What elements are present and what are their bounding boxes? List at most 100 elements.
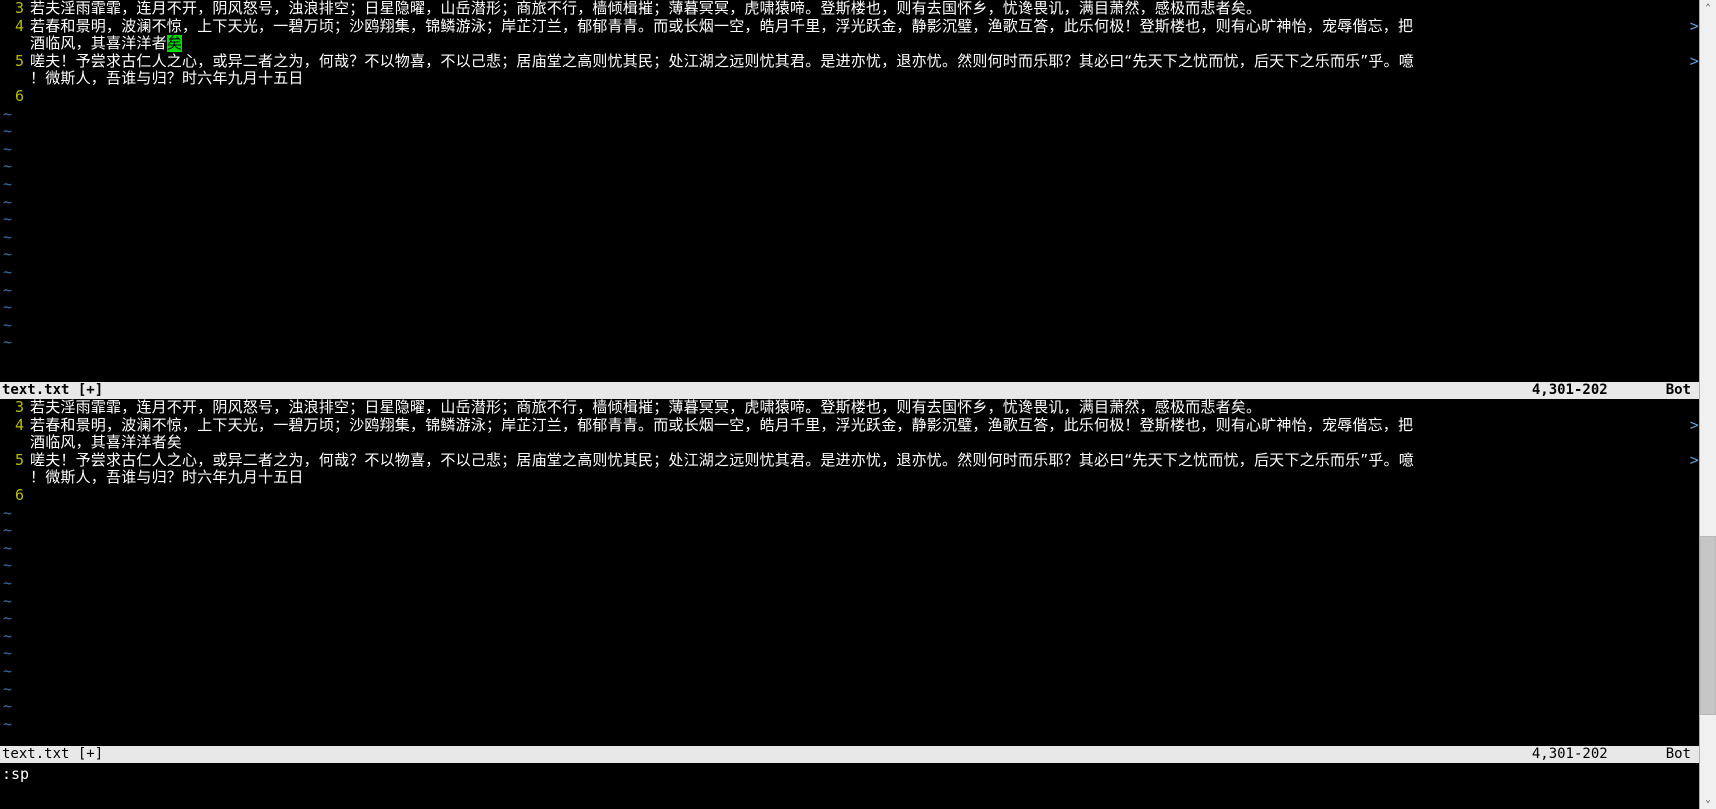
tilde-icon: ~ xyxy=(3,697,13,716)
buffer-line[interactable]: 3 若夫淫雨霏霏，连月不开，阴风怒号，浊浪排空；日星隐曜，山岳潜形；商旅不行，樯倾… xyxy=(0,0,1699,18)
tilde-icon: ~ xyxy=(3,333,13,352)
tilde-icon: ~ xyxy=(3,644,13,663)
empty-line-row: ~ xyxy=(0,522,1699,540)
buffer-line[interactable]: 酒临风，其喜洋洋者矣 xyxy=(0,434,1699,452)
tilde-icon: ~ xyxy=(3,104,13,123)
buffer-line[interactable]: 5 嗟夫！予尝求古仁人之心，或异二者之为，何哉？不以物喜，不以己悲；居庙堂之高则忧… xyxy=(0,51,1699,71)
text-run: 若春和景明，波澜不惊，上下天光，一碧万顷；沙鸥翔集，锦鳞游泳；岸芷汀兰，郁郁青青… xyxy=(30,416,1414,434)
empty-line-row: ~ xyxy=(0,262,1699,282)
tilde-icon: ~ xyxy=(3,503,13,522)
line-number: 6 xyxy=(14,485,24,504)
empty-line-row: ~ xyxy=(0,626,1699,646)
tilde-icon: ~ xyxy=(3,192,13,211)
line-wrap-marker-icon: > xyxy=(1689,52,1699,70)
line-text[interactable]: 酒临风，其喜洋洋者矣 xyxy=(30,35,1699,53)
tilde-icon: ~ xyxy=(3,538,13,557)
buffer-line[interactable]: 5 嗟夫！予尝求古仁人之心，或异二者之为，何哉？不以物喜，不以己悲；居庙堂之高则忧… xyxy=(0,450,1699,470)
statusline-bottom-position: 4,301-202 xyxy=(1531,746,1608,762)
empty-line-row: ~ xyxy=(0,591,1699,611)
empty-line-row: ~ xyxy=(0,645,1699,663)
empty-line-row: ~ xyxy=(0,246,1699,264)
empty-line-row: ~ xyxy=(0,714,1699,734)
tilde-icon: ~ xyxy=(3,609,13,628)
text-run: 若夫淫雨霏霏，连月不开，阴风怒号，浊浪排空；日星隐曜，山岳潜形；商旅不行，樯倾楫… xyxy=(30,399,1262,416)
line-text[interactable]: 若春和景明，波澜不惊，上下天光，一碧万顷；沙鸥翔集，锦鳞游泳；岸芷汀兰，郁郁青青… xyxy=(30,18,1699,36)
line-wrap-marker-icon: > xyxy=(1689,416,1699,434)
tilde-icon: ~ xyxy=(3,262,13,281)
line-text[interactable]: 嗟夫！予尝求古仁人之心，或异二者之为，何哉？不以物喜，不以己悲；居庙堂之高则忧其… xyxy=(30,53,1699,71)
scroll-down-icon[interactable]: ⌄ xyxy=(1700,792,1716,809)
tilde-icon: ~ xyxy=(3,210,13,229)
tilde-icon: ~ xyxy=(3,591,13,610)
line-number: 3 xyxy=(14,399,24,416)
editor-pane-top[interactable]: 3 若夫淫雨霏霏，连月不开，阴风怒号，浊浪排空；日星隐曜，山岳潜形；商旅不行，樯倾… xyxy=(0,0,1699,382)
tilde-icon: ~ xyxy=(3,626,13,645)
empty-line-row: ~ xyxy=(0,211,1699,229)
tilde-icon: ~ xyxy=(3,714,13,733)
line-text[interactable]: 酒临风，其喜洋洋者矣 xyxy=(30,434,1699,452)
buffer-line[interactable]: 6 xyxy=(0,86,1699,106)
line-text[interactable]: 嗟夫！予尝求古仁人之心，或异二者之为，何哉？不以物喜，不以己悲；居庙堂之高则忧其… xyxy=(30,452,1699,470)
text-run: 若春和景明，波澜不惊，上下天光，一碧万顷；沙鸥翔集，锦鳞游泳；岸芷汀兰，郁郁青青… xyxy=(30,17,1414,35)
text-run: ！微斯人，吾谁与归？时六年九月十五日 xyxy=(30,70,304,88)
empty-line-row: ~ xyxy=(0,503,1699,523)
empty-line-row: ~ xyxy=(0,573,1699,593)
buffer-line[interactable]: ！微斯人，吾谁与归？时六年九月十五日 xyxy=(0,469,1699,487)
text-run: 嗟夫！予尝求古仁人之心，或异二者之为，何哉？不以物喜，不以己悲；居庙堂之高则忧其… xyxy=(30,52,1414,70)
empty-line-row: ~ xyxy=(0,679,1699,699)
line-number: 6 xyxy=(14,86,24,105)
tilde-icon: ~ xyxy=(3,157,13,176)
buffer-line[interactable]: 4 若春和景明，波澜不惊，上下天光，一碧万顷；沙鸥翔集，锦鳞游泳；岸芷汀兰，郁郁青… xyxy=(0,416,1699,435)
vertical-scrollbar[interactable]: ⌃ ⌄ xyxy=(1699,0,1716,809)
tilde-icon: ~ xyxy=(3,315,13,334)
text-buffer-bottom[interactable]: 3 若夫淫雨霏霏，连月不开，阴风怒号，浊浪排空；日星隐曜，山岳潜形；商旅不行，樯倾… xyxy=(0,399,1699,733)
empty-line-row: ~ xyxy=(0,104,1699,124)
empty-line-row: ~ xyxy=(0,334,1699,352)
tilde-icon: ~ xyxy=(3,298,13,317)
empty-line-row: ~ xyxy=(0,697,1699,716)
statusline-bottom-scroll: Bot xyxy=(1665,746,1691,762)
line-text[interactable]: ！微斯人，吾谁与归？时六年九月十五日 xyxy=(30,70,1699,88)
text-run: 嗟夫！予尝求古仁人之心，或异二者之为，何哉？不以物喜，不以己悲；居庙堂之高则忧其… xyxy=(30,451,1414,469)
empty-line-row: ~ xyxy=(0,557,1699,575)
editor-pane-bottom[interactable]: 3 若夫淫雨霏霏，连月不开，阴风怒号，浊浪排空；日星隐曜，山岳潜形；商旅不行，樯倾… xyxy=(0,399,1699,746)
tilde-icon: ~ xyxy=(3,661,13,680)
tilde-icon: ~ xyxy=(3,573,13,592)
line-number: 4 xyxy=(14,16,24,35)
statusline-bottom[interactable]: text.txt [+] 4,301-202 Bot xyxy=(0,746,1699,763)
text-buffer-top[interactable]: 3 若夫淫雨霏霏，连月不开，阴风怒号，浊浪排空；日星隐曜，山岳潜形；商旅不行，樯倾… xyxy=(0,0,1699,352)
scroll-up-icon[interactable]: ⌃ xyxy=(1700,0,1716,17)
buffer-line[interactable]: 4 若春和景明，波澜不惊，上下天光，一碧万顷；沙鸥翔集，锦鳞游泳；岸芷汀兰，郁郁青… xyxy=(0,16,1699,36)
tilde-icon: ~ xyxy=(3,122,13,141)
buffer-line[interactable]: 3 若夫淫雨霏霏，连月不开，阴风怒号，浊浪排空；日星隐曜，山岳潜形；商旅不行，樯倾… xyxy=(0,399,1699,417)
empty-line-row: ~ xyxy=(0,174,1699,194)
tilde-icon: ~ xyxy=(3,174,13,193)
command-line[interactable]: :sp xyxy=(0,763,1699,785)
line-text[interactable]: 若夫淫雨霏霏，连月不开，阴风怒号，浊浪排空；日星隐曜，山岳潜形；商旅不行，樯倾楫… xyxy=(30,399,1699,417)
line-number: 5 xyxy=(14,450,24,469)
empty-line-row: ~ xyxy=(0,228,1699,247)
vim-editor-area: 3 若夫淫雨霏霏，连月不开，阴风怒号，浊浪排空；日星隐曜，山岳潜形；商旅不行，樯倾… xyxy=(0,0,1699,809)
scrollbar-thumb[interactable] xyxy=(1700,536,1716,715)
buffer-line[interactable]: 6 xyxy=(0,485,1699,505)
statusline-top[interactable]: text.txt [+] 4,301-202 Bot xyxy=(0,382,1699,399)
line-text[interactable]: 若春和景明，波澜不惊，上下天光，一碧万顷；沙鸥翔集，锦鳞游泳；岸芷汀兰，郁郁青青… xyxy=(30,417,1699,435)
buffer-line[interactable]: ！微斯人，吾谁与归？时六年九月十五日 xyxy=(0,70,1699,88)
empty-line-row: ~ xyxy=(0,192,1699,212)
statusline-bottom-filename: text.txt [+] xyxy=(2,746,104,762)
empty-line-row: ~ xyxy=(0,158,1699,176)
line-text[interactable]: 若夫淫雨霏霏，连月不开，阴风怒号，浊浪排空；日星隐曜，山岳潜形；商旅不行，樯倾楫… xyxy=(30,0,1699,18)
text-run: ！微斯人，吾谁与归？时六年九月十五日 xyxy=(30,469,304,487)
empty-line-row: ~ xyxy=(0,315,1699,335)
empty-line-row: ~ xyxy=(0,140,1699,159)
empty-line-row: ~ xyxy=(0,298,1699,317)
line-text[interactable]: ！微斯人，吾谁与归？时六年九月十五日 xyxy=(30,469,1699,487)
line-wrap-marker-icon: > xyxy=(1689,17,1699,35)
tilde-icon: ~ xyxy=(3,679,13,698)
buffer-line[interactable]: 酒临风，其喜洋洋者矣 xyxy=(0,35,1699,53)
empty-line-row: ~ xyxy=(0,538,1699,558)
line-number: 5 xyxy=(14,51,24,70)
scrollbar-track[interactable] xyxy=(1700,17,1716,792)
tilde-icon: ~ xyxy=(3,556,13,575)
empty-line-row: ~ xyxy=(0,123,1699,141)
